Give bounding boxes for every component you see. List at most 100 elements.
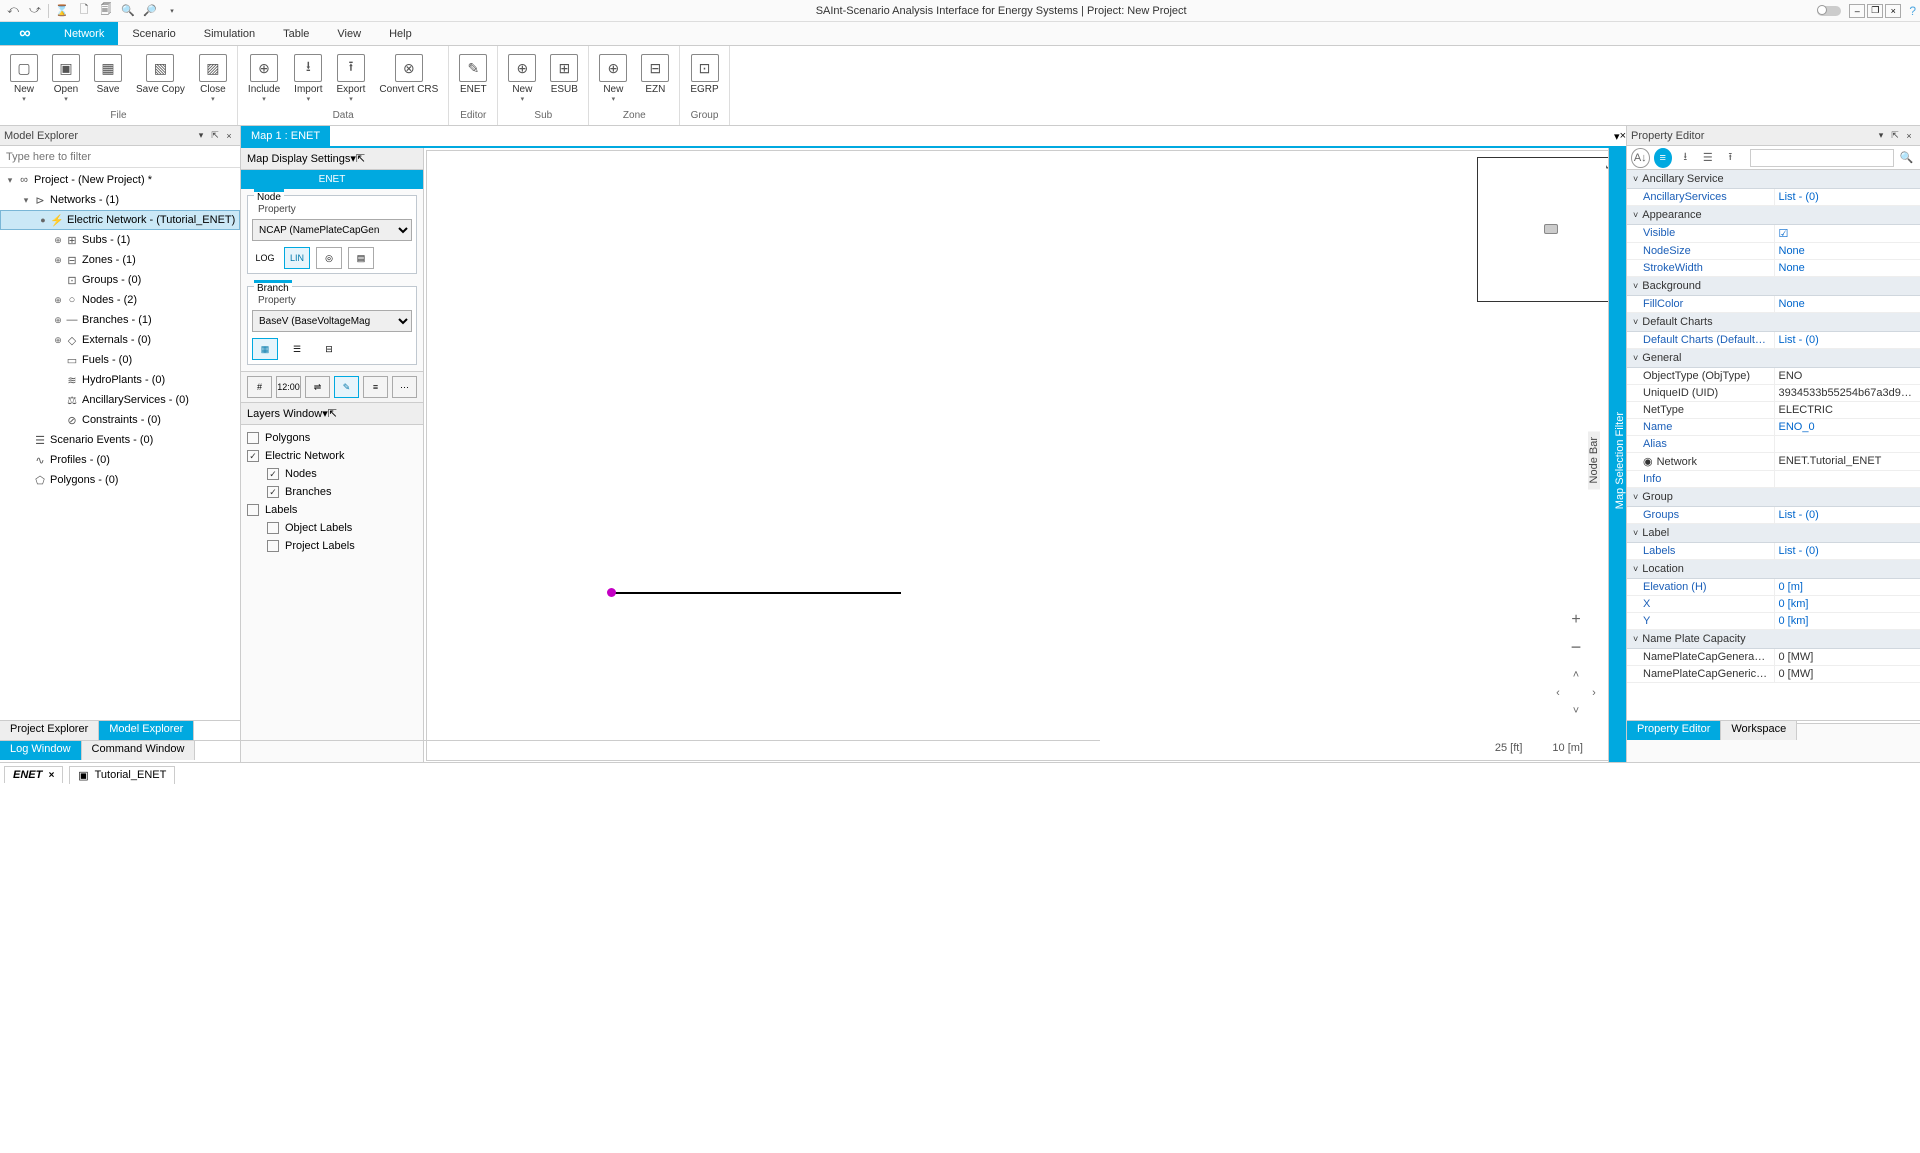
- layer-checkbox[interactable]: [267, 468, 279, 480]
- layer-checkbox[interactable]: [267, 486, 279, 498]
- property-row[interactable]: ◉NetworkENET.Tutorial_ENET: [1627, 453, 1920, 471]
- qat-dropdown-icon[interactable]: ▾: [163, 2, 181, 20]
- layer-row[interactable]: Nodes: [247, 465, 417, 483]
- pan-up-icon[interactable]: ˄: [1567, 666, 1585, 684]
- pe-dropdown-icon[interactable]: ▾: [1874, 130, 1888, 141]
- property-value[interactable]: 0 [MW]: [1774, 666, 1920, 682]
- map-selection-filter-tab[interactable]: Map Selection Filter: [1614, 406, 1626, 515]
- property-category[interactable]: ˅ Appearance: [1627, 206, 1920, 225]
- brand-button[interactable]: ∞: [0, 22, 50, 45]
- mds-enet-tab[interactable]: ENET: [241, 170, 423, 189]
- layer-row[interactable]: Polygons: [247, 429, 417, 447]
- bottom-tab-workspace[interactable]: Workspace: [1721, 721, 1797, 740]
- tree-item[interactable]: ●⚡Electric Network - (Tutorial_ENET): [0, 210, 240, 230]
- pe-search-input[interactable]: [1750, 149, 1894, 167]
- pan-down-icon[interactable]: ˅: [1567, 702, 1585, 720]
- layers-pin-icon[interactable]: ⇱: [328, 407, 337, 420]
- map-toolbar-btn-0[interactable]: #: [247, 376, 272, 398]
- pe-sort-az-icon[interactable]: A↓: [1631, 148, 1650, 168]
- property-row[interactable]: StrokeWidthNone: [1627, 260, 1920, 277]
- property-row[interactable]: Default Charts (DefaultChart)List - (0): [1627, 332, 1920, 349]
- property-value[interactable]: ☑: [1774, 225, 1920, 242]
- ribbon-btn-ezn[interactable]: ⊟EZN: [637, 52, 673, 97]
- property-row[interactable]: Elevation (H)0 [m]: [1627, 579, 1920, 596]
- layer-row[interactable]: Object Labels: [247, 519, 417, 537]
- layer-checkbox[interactable]: [267, 540, 279, 552]
- ribbon-btn-esub[interactable]: ⊞ESUB: [546, 52, 582, 97]
- theme-toggle[interactable]: [1817, 6, 1841, 16]
- property-value[interactable]: ELECTRIC: [1774, 402, 1920, 418]
- tree-item[interactable]: ▭Fuels - (0): [0, 350, 240, 370]
- ribbon-btn-new[interactable]: ⊕New▾: [595, 52, 631, 105]
- ribbon-btn-new[interactable]: ⊕New▾: [504, 52, 540, 105]
- ribbon-tab-network[interactable]: Network: [50, 22, 118, 45]
- property-value[interactable]: List - (0): [1774, 189, 1920, 205]
- layer-row[interactable]: Labels: [247, 501, 417, 519]
- ribbon-btn-save[interactable]: ▦Save: [90, 52, 126, 97]
- property-row[interactable]: UniqueID (UID)3934533b55254b67a3d9c1a72: [1627, 385, 1920, 402]
- tree-item[interactable]: ≋HydroPlants - (0): [0, 370, 240, 390]
- layer-row[interactable]: Electric Network: [247, 447, 417, 465]
- help-icon[interactable]: ?: [1909, 4, 1916, 18]
- restore-button[interactable]: ❐: [1867, 4, 1883, 18]
- layer-checkbox[interactable]: [247, 432, 259, 444]
- ribbon-btn-open[interactable]: ▣Open▾: [48, 52, 84, 105]
- pan-left-icon[interactable]: ‹: [1549, 684, 1567, 702]
- tree-item[interactable]: ∿Profiles - (0): [0, 450, 240, 470]
- pan-right-icon[interactable]: ›: [1585, 684, 1603, 702]
- map-canvas[interactable]: ⤢ + − ˄ ‹› ˅ 25 [ft] 10 [m]: [426, 150, 1624, 761]
- map-close-icon[interactable]: ×: [1620, 130, 1626, 142]
- ribbon-tab-table[interactable]: Table: [269, 22, 323, 45]
- expander-icon[interactable]: ●: [37, 215, 49, 225]
- property-value[interactable]: List - (0): [1774, 332, 1920, 348]
- property-value[interactable]: ENO_0: [1774, 419, 1920, 435]
- node-property-select[interactable]: NCAP (NamePlateCapGen: [252, 219, 412, 241]
- property-row[interactable]: NamePlateCapGenericGenera…0 [MW]: [1627, 666, 1920, 683]
- expander-icon[interactable]: ⊕: [52, 315, 64, 326]
- map-toolbar-btn-1[interactable]: 12:00: [276, 376, 301, 398]
- expander-icon[interactable]: ▾: [20, 195, 32, 206]
- panel-pin-icon[interactable]: ⇱: [208, 130, 222, 141]
- tree-item[interactable]: ⊕⊞Subs - (1): [0, 230, 240, 250]
- expander-icon[interactable]: ⊕: [52, 255, 64, 266]
- tree-item[interactable]: ⚖AncillaryServices - (0): [0, 390, 240, 410]
- pe-download-icon[interactable]: ⭳: [1676, 148, 1695, 168]
- redo-icon[interactable]: ⤻: [26, 2, 44, 20]
- property-value[interactable]: 3934533b55254b67a3d9c1a72: [1774, 385, 1920, 401]
- bottom-tab-log-window[interactable]: Log Window: [0, 741, 82, 760]
- property-category[interactable]: ˅ Background: [1627, 277, 1920, 296]
- tree-item[interactable]: ⊘Constraints - (0): [0, 410, 240, 430]
- pe-close-icon[interactable]: ×: [1902, 131, 1916, 141]
- property-value[interactable]: List - (0): [1774, 543, 1920, 559]
- property-value[interactable]: [1774, 471, 1920, 487]
- property-row[interactable]: ObjectType (ObjType)ENO: [1627, 368, 1920, 385]
- ribbon-btn-include[interactable]: ⊕Include▾: [244, 52, 284, 105]
- log-button[interactable]: LOG: [252, 247, 278, 269]
- qat-icon-1[interactable]: ⌛: [53, 2, 71, 20]
- mds-pin-icon[interactable]: ⇱: [356, 152, 365, 165]
- branch-property-select[interactable]: BaseV (BaseVoltageMag: [252, 310, 412, 332]
- layer-checkbox[interactable]: [267, 522, 279, 534]
- doc-tab-tutorial_enet[interactable]: ▣Tutorial_ENET: [69, 766, 175, 784]
- tree-item[interactable]: ⊕⊟Zones - (1): [0, 250, 240, 270]
- ribbon-btn-close[interactable]: ▨Close▾: [195, 52, 231, 105]
- tree-item[interactable]: ⊕—Branches - (1): [0, 310, 240, 330]
- property-row[interactable]: Y0 [km]: [1627, 613, 1920, 630]
- view-mode-1-icon[interactable]: ▦: [252, 338, 278, 360]
- property-row[interactable]: GroupsList - (0): [1627, 507, 1920, 524]
- view-mode-2-icon[interactable]: ☰: [284, 338, 310, 360]
- doc-tab-enet[interactable]: ENET×: [4, 766, 63, 783]
- bottom-tab-model-explorer[interactable]: Model Explorer: [99, 721, 194, 740]
- property-value[interactable]: None: [1774, 243, 1920, 259]
- property-row[interactable]: NodeSizeNone: [1627, 243, 1920, 260]
- tree-item[interactable]: ☰Scenario Events - (0): [0, 430, 240, 450]
- minimize-button[interactable]: –: [1849, 4, 1865, 18]
- property-category[interactable]: ˅ Location: [1627, 560, 1920, 579]
- property-value[interactable]: [1774, 436, 1920, 452]
- contour-icon[interactable]: ◎: [316, 247, 342, 269]
- property-category[interactable]: ˅ General: [1627, 349, 1920, 368]
- property-row[interactable]: NameENO_0: [1627, 419, 1920, 436]
- property-row[interactable]: Visible☑: [1627, 225, 1920, 243]
- property-row[interactable]: FillColorNone: [1627, 296, 1920, 313]
- undo-icon[interactable]: ⤺: [4, 2, 22, 20]
